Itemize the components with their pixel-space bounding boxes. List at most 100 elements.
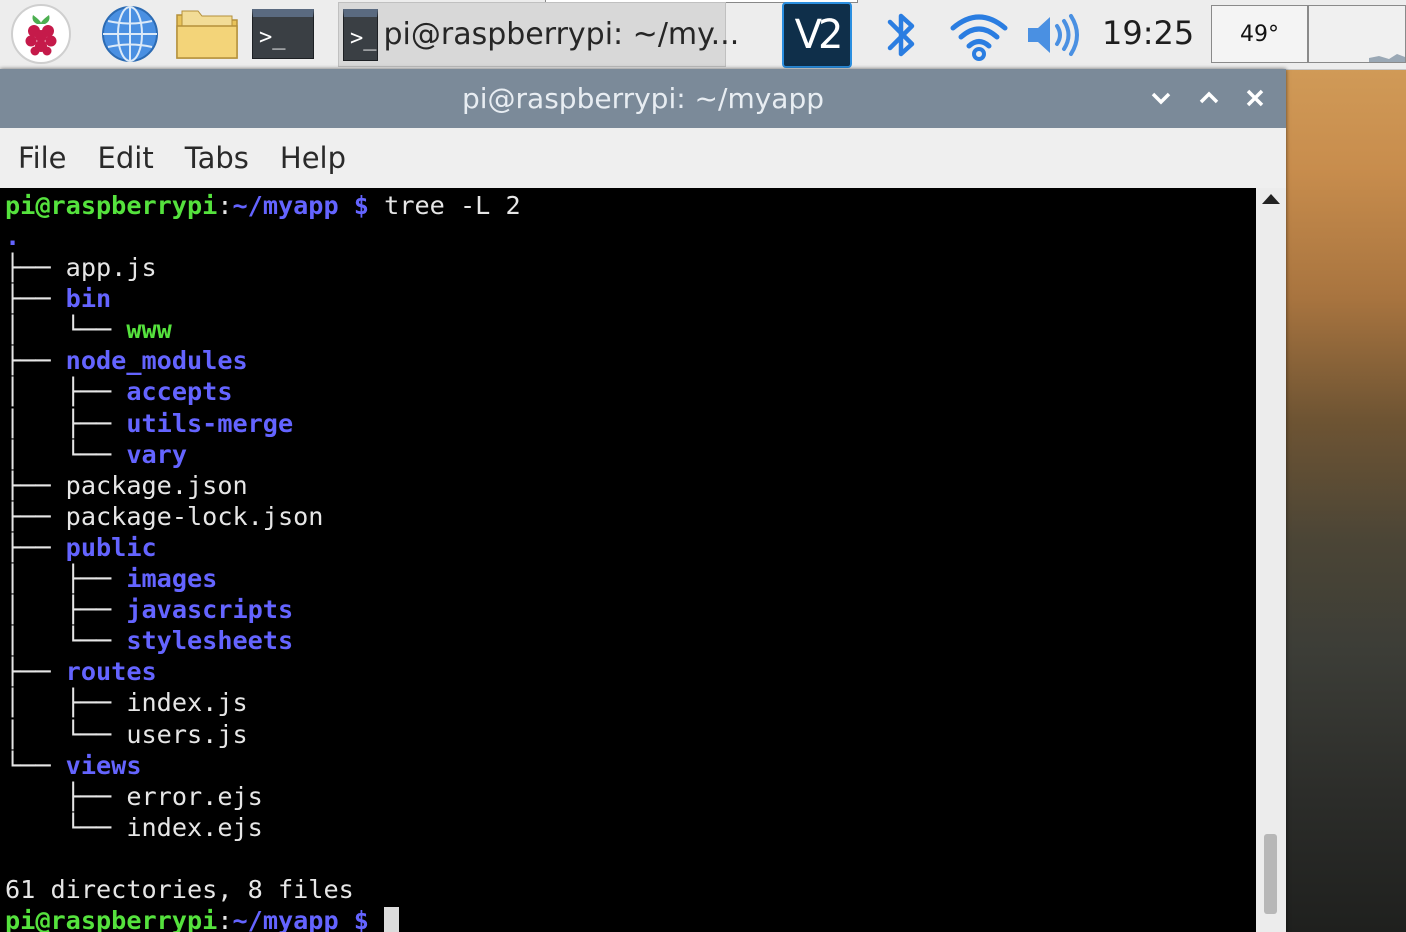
prompt-symbol: $ (338, 906, 369, 932)
prompt-path: ~/myapp (232, 191, 339, 220)
prompt-line-current[interactable]: pi@raspberrypi:~/myapp $ (5, 905, 400, 932)
menu-edit[interactable]: Edit (98, 141, 154, 175)
maximize-button[interactable] (1190, 79, 1228, 117)
tree-branch: ├── (5, 253, 66, 282)
tree-entry: │ └── vary (5, 439, 187, 470)
prompt-separator: : (217, 906, 233, 932)
prompt-separator: : (217, 191, 233, 220)
bluetooth-icon[interactable] (880, 6, 924, 64)
volume-icon[interactable] (1024, 12, 1082, 58)
close-button[interactable] (1236, 79, 1274, 117)
cpu-graph-icon (1369, 54, 1405, 62)
file-manager-button[interactable] (172, 4, 242, 64)
menu-help[interactable]: Help (280, 141, 346, 175)
tree-branch: ├── (5, 284, 66, 314)
text-cursor (384, 907, 400, 932)
tree-entry: ├── package-lock.json (5, 501, 323, 532)
tree-directory-name: views (65, 750, 142, 780)
tree-file-name: app.js (65, 253, 157, 282)
tree-entry: │ ├── utils-merge (5, 408, 293, 439)
tree-entry: │ └── users.js (5, 719, 248, 750)
chevron-up-icon (1199, 91, 1219, 104)
tree-file-name: error.ejs (126, 781, 263, 811)
tree-directory-name: images (126, 564, 218, 593)
tree-branch: ├── (5, 346, 66, 376)
tree-branch: │ ├── (5, 688, 127, 718)
terminal-window: pi@raspberrypi: ~/myapp File Edit Tabs H… (0, 69, 1286, 932)
tree-entry: └── views (5, 750, 142, 781)
vnc-icon[interactable]: V2 (782, 2, 852, 68)
menu-file[interactable]: File (18, 141, 67, 175)
tree-branch: │ ├── (5, 408, 127, 438)
tree-directory-name: utils-merge (126, 408, 294, 438)
tree-file-name: users.js (126, 719, 248, 749)
tree-directory-name: vary (126, 439, 187, 469)
tree-entry: ├── package.json (5, 470, 248, 501)
tree-entry: │ ├── javascripts (5, 594, 293, 625)
tree-branch: │ ├── (5, 595, 127, 625)
tree-directory-name: public (65, 532, 157, 562)
wifi-icon[interactable] (948, 8, 1010, 62)
tree-entry: ├── bin (5, 283, 111, 314)
taskbar-window-label: pi@raspberrypi: ~/my... (383, 17, 740, 52)
folder-icon (176, 10, 238, 59)
terminal-scrollbar[interactable] (1256, 188, 1286, 932)
terminal-icon: >_ (343, 8, 378, 61)
menu-bar: File Edit Tabs Help (0, 128, 1286, 188)
tree-entry: └── index.ejs (5, 812, 263, 843)
menu-button[interactable] (8, 4, 74, 64)
tree-summary: 61 directories, 8 files (5, 875, 354, 904)
terminal-output[interactable]: pi@raspberrypi:~/myapp $ tree -L 2 . ├──… (0, 188, 1256, 932)
raspberry-pi-icon (11, 4, 71, 64)
window-title: pi@raspberrypi: ~/myapp (461, 82, 825, 115)
tree-entry: ├── node_modules (5, 345, 248, 376)
prompt-user: pi@raspberrypi (5, 191, 218, 220)
prompt-line: pi@raspberrypi:~/myapp $ tree -L 2 (5, 190, 521, 221)
tree-directory-name: stylesheets (126, 626, 294, 656)
window-titlebar[interactable]: pi@raspberrypi: ~/myapp (0, 69, 1286, 128)
clock[interactable]: 19:25 (1102, 14, 1194, 52)
tree-entry: │ ├── accepts (5, 376, 232, 407)
prompt-path: ~/myapp (232, 906, 339, 932)
tree-entry: │ ├── index.js (5, 687, 248, 718)
terminal-icon: >_ (252, 9, 314, 59)
taskbar-window-terminal[interactable]: >_ pi@raspberrypi: ~/my... (338, 2, 739, 67)
web-browser-button[interactable] (96, 4, 164, 64)
menu-tabs[interactable]: Tabs (185, 141, 249, 175)
tree-branch: ├── (5, 657, 66, 687)
taskbar: >_ >_ pi@raspberrypi: ~/my... V2 19:25 4… (0, 0, 1406, 70)
scrollbar-thumb[interactable] (1264, 834, 1277, 914)
cpu-temperature[interactable]: 49° (1211, 5, 1308, 63)
minimize-button[interactable] (1142, 79, 1180, 117)
tree-file-name: www (126, 315, 172, 345)
tree-branch: ├── (5, 470, 66, 500)
tree-file-name: index.ejs (126, 812, 263, 842)
tree-branch: ├── (5, 501, 66, 531)
chevron-down-icon (1151, 92, 1171, 105)
close-icon (1246, 89, 1264, 107)
command-text: tree -L 2 (368, 191, 521, 220)
tree-branch: │ └── (5, 439, 127, 469)
tree-entry: ├── app.js (5, 252, 157, 283)
tree-branch: ├── (5, 781, 127, 811)
prompt-symbol: $ (338, 191, 369, 220)
tree-root: . (5, 221, 20, 252)
scroll-up-arrow-icon[interactable] (1262, 194, 1280, 204)
cpu-usage-graph[interactable] (1308, 5, 1406, 63)
tree-entry: ├── error.ejs (5, 781, 263, 812)
tree-directory-name: bin (65, 284, 112, 314)
tree-branch: └── (5, 812, 127, 842)
tree-branch: │ └── (5, 719, 127, 749)
tree-file-name: package-lock.json (65, 501, 324, 531)
terminal-launcher-button[interactable]: >_ (250, 4, 316, 64)
tree-branch: │ ├── (5, 564, 127, 593)
tree-file-name: package.json (65, 470, 248, 500)
tree-branch: │ └── (5, 315, 127, 345)
tree-entry: │ ├── images (5, 563, 217, 594)
tree-directory-name: routes (65, 657, 157, 687)
tree-entry: ├── public (5, 532, 157, 563)
tree-entry: ├── routes (5, 656, 157, 687)
tree-branch: ├── (5, 532, 66, 562)
tree-file-name: index.js (126, 688, 248, 718)
tree-branch: │ ├── (5, 377, 127, 407)
